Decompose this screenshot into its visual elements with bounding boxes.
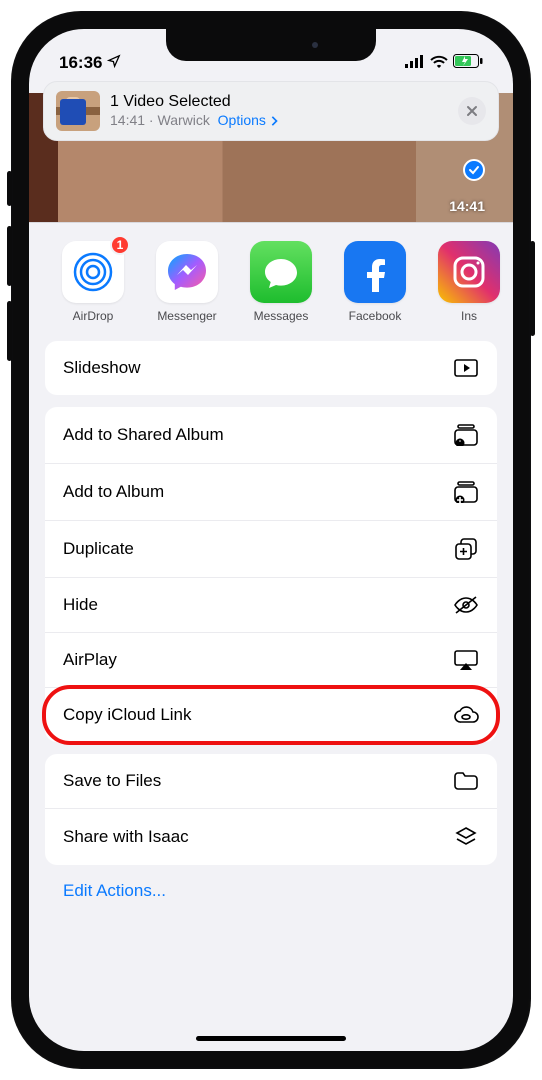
layers-icon	[453, 826, 479, 848]
folder-icon	[453, 772, 479, 790]
screen: 16:36 1 Video Selected	[29, 29, 513, 1051]
app-airdrop[interactable]: 1 AirDrop	[57, 241, 129, 323]
video-duration: 14:41	[449, 198, 485, 214]
action-copy-icloud-link[interactable]: Copy iCloud Link	[45, 688, 497, 742]
action-duplicate[interactable]: Duplicate	[45, 521, 497, 578]
selection-thumbnail	[56, 91, 100, 131]
action-airplay[interactable]: AirPlay	[45, 633, 497, 688]
close-button[interactable]	[458, 97, 486, 125]
album-plus-icon	[453, 481, 479, 503]
action-label: Add to Shared Album	[63, 425, 224, 445]
action-share-isaac[interactable]: Share with Isaac	[45, 809, 497, 865]
action-group-3: Save to Files Share with Isaac	[45, 754, 497, 865]
action-add-album[interactable]: Add to Album	[45, 464, 497, 521]
messenger-icon	[156, 241, 218, 303]
airdrop-badge: 1	[110, 235, 130, 255]
selection-subtitle[interactable]: 14:41 · Warwick Options	[110, 112, 278, 130]
cellular-signal-icon	[405, 53, 425, 73]
doc-plus-icon	[453, 538, 479, 560]
action-group-1: Slideshow	[45, 341, 497, 395]
app-label: AirDrop	[73, 309, 114, 323]
app-label: Messages	[254, 309, 309, 323]
action-slideshow[interactable]: Slideshow	[45, 341, 497, 395]
action-label: Share with Isaac	[63, 827, 189, 847]
messages-icon	[250, 241, 312, 303]
action-label: Save to Files	[63, 771, 161, 791]
status-time: 16:36	[59, 53, 102, 73]
phone-frame: 16:36 1 Video Selected	[11, 11, 531, 1069]
instagram-icon	[438, 241, 500, 303]
home-indicator[interactable]	[196, 1036, 346, 1041]
notch	[166, 29, 376, 61]
facebook-icon	[344, 241, 406, 303]
album-person-icon	[453, 424, 479, 446]
action-label: Hide	[63, 595, 98, 615]
action-add-shared-album[interactable]: Add to Shared Album	[45, 407, 497, 464]
location-arrow-icon	[107, 53, 121, 73]
selection-check-icon	[463, 159, 485, 181]
app-messenger[interactable]: Messenger	[151, 241, 223, 323]
action-hide[interactable]: Hide	[45, 578, 497, 633]
action-label: Add to Album	[63, 482, 164, 502]
action-label: Duplicate	[63, 539, 134, 559]
battery-icon	[453, 53, 483, 73]
close-icon	[466, 105, 478, 117]
wifi-icon	[430, 53, 448, 73]
app-messages[interactable]: Messages	[245, 241, 317, 323]
action-label: Copy iCloud Link	[63, 705, 192, 725]
actions-area: Slideshow Add to Shared Album Add to Alb…	[29, 329, 513, 1051]
airdrop-icon: 1	[62, 241, 124, 303]
share-apps-row[interactable]: 1 AirDrop Messenger Messages	[29, 223, 513, 329]
action-label: Slideshow	[63, 358, 141, 378]
action-label: AirPlay	[63, 650, 117, 670]
action-group-2: Add to Shared Album Add to Album Duplica…	[45, 407, 497, 742]
eye-slash-icon	[453, 595, 479, 615]
edit-actions-link[interactable]: Edit Actions...	[45, 877, 497, 905]
cloud-link-icon	[453, 706, 479, 724]
share-sheet-header: 1 Video Selected 14:41 · Warwick Options	[43, 81, 499, 141]
app-facebook[interactable]: Facebook	[339, 241, 411, 323]
app-label: Ins	[461, 309, 477, 323]
app-label: Facebook	[349, 309, 402, 323]
selection-title: 1 Video Selected	[110, 92, 278, 112]
play-rect-icon	[453, 359, 479, 377]
app-label: Messenger	[157, 309, 216, 323]
action-save-to-files[interactable]: Save to Files	[45, 754, 497, 809]
airplay-icon	[453, 650, 479, 670]
app-instagram[interactable]: Ins	[433, 241, 505, 323]
